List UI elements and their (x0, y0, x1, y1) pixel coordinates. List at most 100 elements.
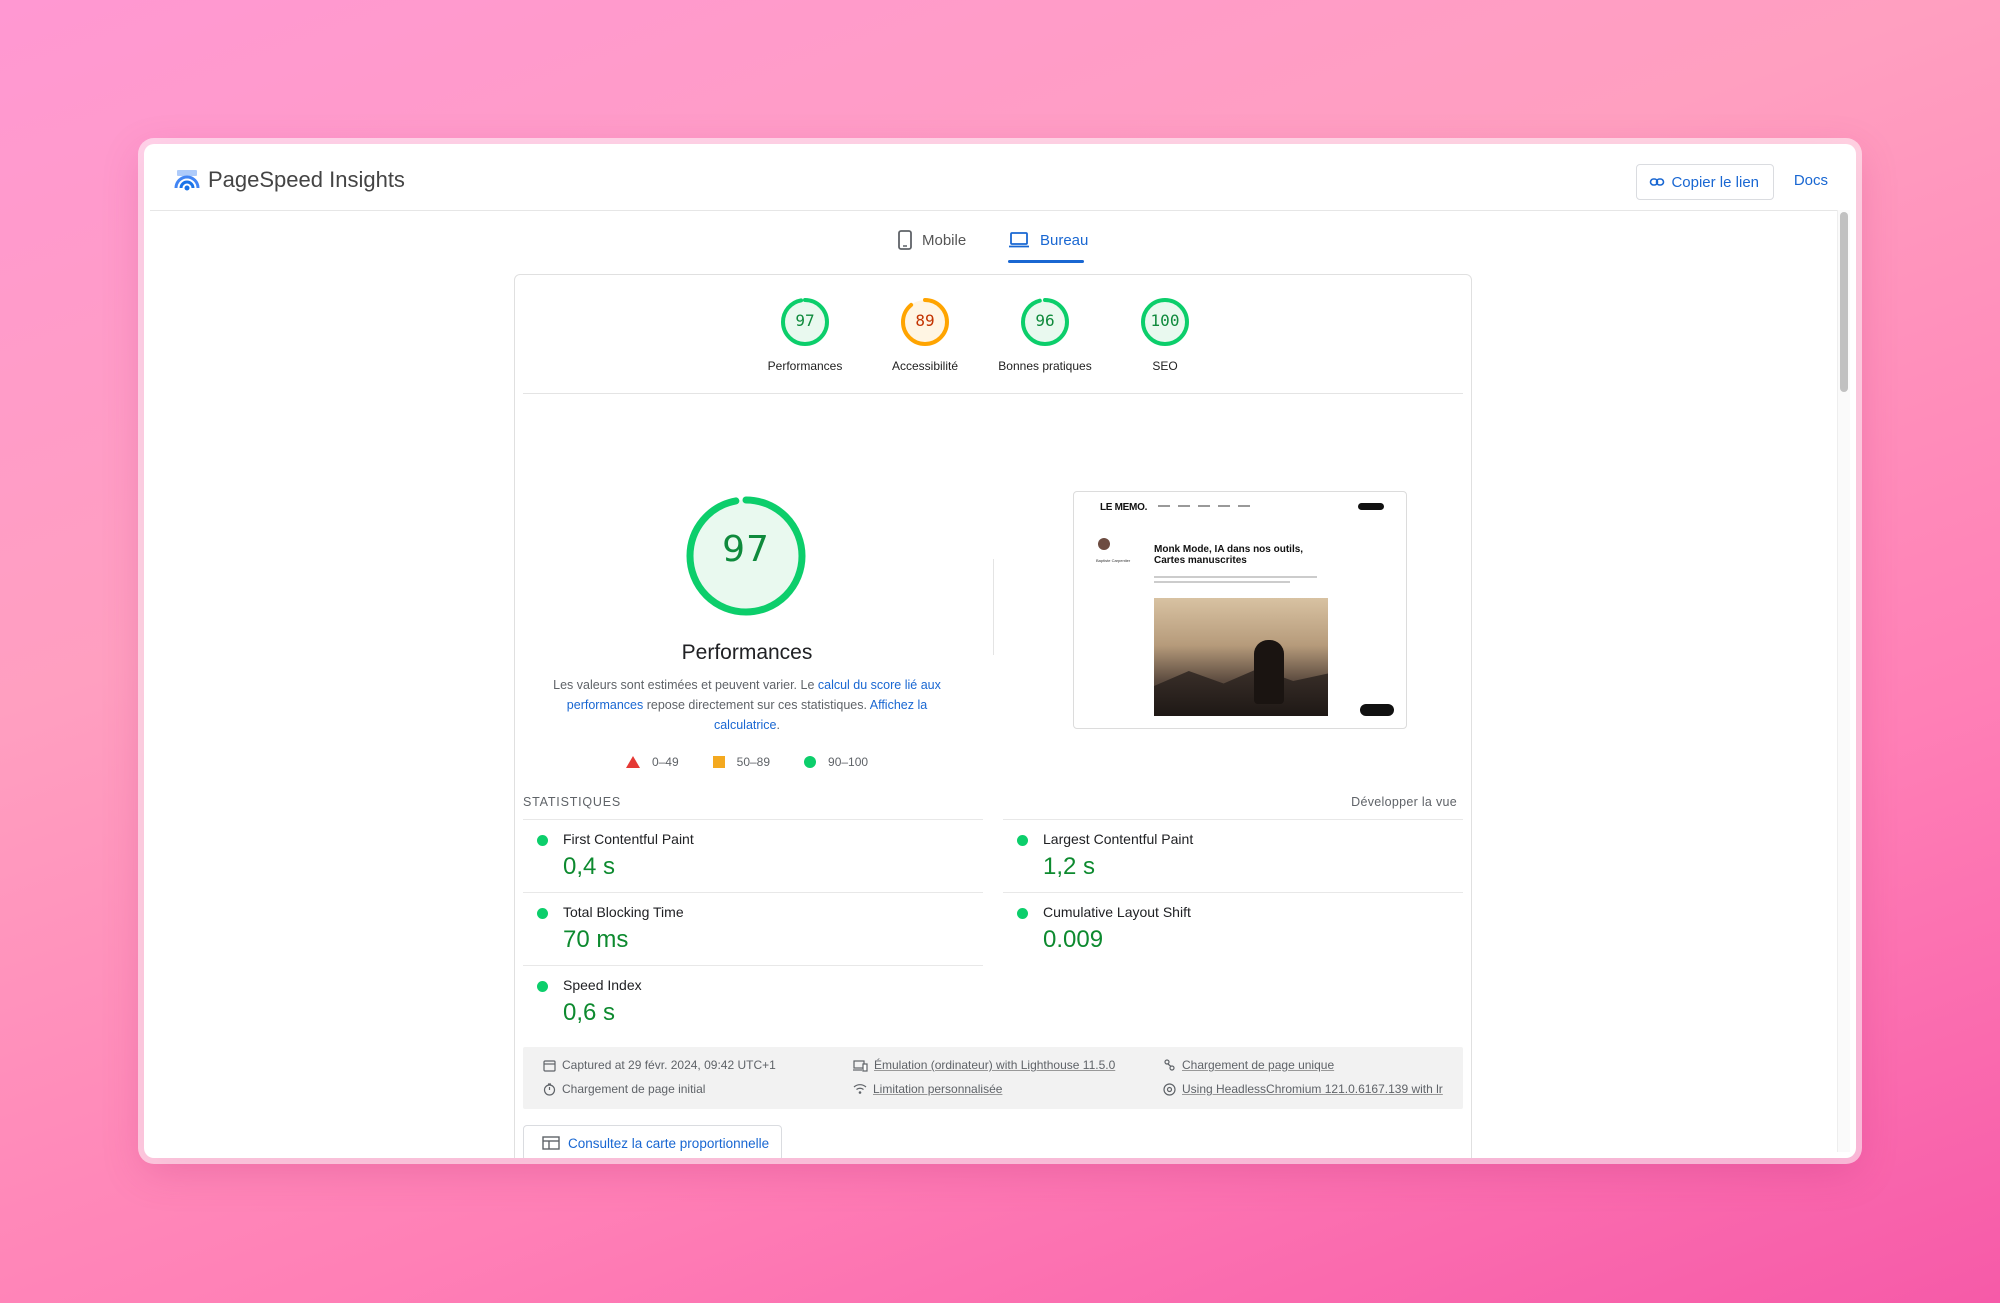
pass-dot-icon (1017, 908, 1028, 919)
pass-dot-icon (537, 835, 548, 846)
info-captured: Captured at 29 févr. 2024, 09:42 UTC+1 (543, 1058, 776, 1072)
circle-icon (804, 756, 817, 768)
info-text: Using HeadlessChromium 121.0.6167.139 wi… (1182, 1082, 1443, 1096)
metric-name: Speed Index (563, 977, 642, 993)
phone-icon (898, 230, 912, 250)
metric-lcp: Largest Contentful Paint 1,2 s (1003, 819, 1463, 892)
copy-link-button[interactable]: Copier le lien (1636, 164, 1774, 200)
metric-value: 70 ms (563, 926, 629, 953)
info-emulation[interactable]: Émulation (ordinateur) with Lighthouse 1… (853, 1058, 1115, 1072)
info-initial-load: Chargement de page initial (543, 1082, 705, 1096)
preview-text-lines (1154, 576, 1324, 586)
performance-description: Les valeurs sont estimées et peuvent var… (545, 675, 949, 735)
info-browser[interactable]: Using HeadlessChromium 121.0.6167.139 wi… (1163, 1082, 1443, 1096)
info-text: Limitation personnalisée (873, 1082, 1003, 1096)
devices-icon (853, 1059, 868, 1072)
page-screenshot-preview[interactable]: LE MEMO. Baptiste Carpentier Monk Mode, … (1073, 491, 1407, 729)
pagespeed-logo-icon (174, 170, 200, 191)
vertical-divider (993, 559, 994, 655)
scrollbar-thumb[interactable] (1840, 212, 1848, 392)
preview-headline: Monk Mode, IA dans nos outils, Cartes ma… (1154, 544, 1304, 566)
metric-fcp: First Contentful Paint 0,4 s (523, 819, 983, 892)
browser-window: PageSpeed Insights Copier le lien Docs M… (144, 144, 1856, 1158)
preview-subscribe-pill (1358, 503, 1384, 510)
preview-chat-chip (1360, 704, 1394, 716)
info-text: Captured at 29 févr. 2024, 09:42 UTC+1 (562, 1058, 776, 1072)
info-load-type[interactable]: Chargement de page unique (1163, 1058, 1334, 1072)
header-bar: PageSpeed Insights Copier le lien Docs (150, 150, 1850, 211)
legend-range: 50–89 (736, 755, 771, 769)
preview-nav (1158, 505, 1250, 507)
metric-name: Cumulative Layout Shift (1043, 904, 1191, 920)
metric-name: Largest Contentful Paint (1043, 831, 1194, 847)
legend-pass: 90–100 (804, 755, 868, 769)
preview-site-logo: LE MEMO. (1100, 502, 1148, 513)
preview-avatar (1098, 538, 1110, 550)
legend-range: 0–49 (651, 755, 679, 769)
gauge-accessibility[interactable]: 89 Accessibilité (870, 297, 980, 373)
desc-text: . (776, 718, 780, 732)
metric-value: 0.009 (1043, 926, 1104, 953)
metric-speed-index: Speed Index 0,6 s (523, 965, 983, 1038)
desc-text: Les valeurs sont estimées et peuvent var… (553, 678, 818, 692)
metric-value: 0,4 s (563, 853, 616, 880)
gauge-seo[interactable]: 100 SEO (1110, 297, 1220, 373)
gauge-label: Accessibilité (891, 359, 959, 373)
tab-desktop-label: Bureau (1040, 231, 1089, 249)
gauge-label: Performances (767, 359, 843, 373)
tab-mobile-label: Mobile (922, 231, 967, 249)
performance-gauge-large: 97 (683, 493, 809, 619)
metric-value: 0,6 s (563, 999, 616, 1026)
gauge-label: SEO (1152, 359, 1178, 373)
nodes-icon (1164, 1058, 1175, 1071)
treemap-button-label: Consultez la carte proportionnelle (568, 1135, 770, 1151)
metric-cls: Cumulative Layout Shift 0.009 (1003, 892, 1463, 965)
gauge-score: 96 (1035, 311, 1055, 330)
tab-mobile[interactable]: Mobile (898, 220, 966, 260)
active-tab-indicator (1008, 260, 1084, 263)
preview-author: Baptiste Carpentier (1096, 558, 1131, 563)
gauge-best-practices[interactable]: 96 Bonnes pratiques (990, 297, 1100, 373)
metric-name: Total Blocking Time (563, 904, 684, 920)
pass-dot-icon (537, 908, 548, 919)
triangle-icon (625, 756, 640, 768)
category-gauges: 97 Performances 89 Accessibilité 96 Bonn… (515, 275, 1471, 393)
report-card: 97 Performances 89 Accessibilité 96 Bonn… (514, 274, 1472, 1158)
docs-link[interactable]: Docs (1794, 172, 1828, 189)
info-text: Émulation (ordinateur) with Lighthouse 1… (874, 1058, 1116, 1072)
legend-average: 50–89 (712, 755, 771, 769)
legend-range: 90–100 (828, 755, 869, 769)
score-legend: 0–49 50–89 90–100 (515, 755, 979, 769)
info-text: Chargement de page unique (1182, 1058, 1335, 1072)
treemap-button[interactable]: Consultez la carte proportionnelle (523, 1125, 783, 1158)
metric-value: 1,2 s (1043, 853, 1096, 880)
performance-title: Performances (681, 641, 813, 664)
performance-score: 97 (722, 529, 770, 570)
info-text: Chargement de page initial (562, 1082, 706, 1096)
expand-view-link[interactable]: Développer la vue (1351, 795, 1457, 809)
stats-heading: STATISTIQUES (523, 795, 622, 809)
metric-tbt: Total Blocking Time 70 ms (523, 892, 983, 965)
app-title: PageSpeed Insights (208, 167, 405, 192)
tab-desktop[interactable]: Bureau (1008, 220, 1088, 260)
wifi-icon (853, 1084, 867, 1094)
calendar-icon (543, 1059, 556, 1072)
desc-text: repose directement sur ces statistiques. (643, 698, 870, 712)
chrome-icon (1163, 1082, 1176, 1096)
runtime-info: Captured at 29 févr. 2024, 09:42 UTC+1 É… (523, 1047, 1463, 1109)
gauge-score: 89 (915, 311, 935, 330)
legend-fail: 0–49 (625, 755, 679, 769)
timer-icon (543, 1082, 556, 1096)
scrollbar[interactable] (1837, 210, 1850, 1152)
metric-name: First Contentful Paint (563, 831, 694, 847)
square-icon (712, 756, 725, 768)
gauge-score: 100 (1150, 311, 1180, 330)
divider (523, 393, 1463, 394)
info-throttling[interactable]: Limitation personnalisée (853, 1082, 1002, 1096)
gauge-performance[interactable]: 97 Performances (750, 297, 860, 373)
copy-link-label: Copier le lien (1671, 173, 1759, 191)
pass-dot-icon (1017, 835, 1028, 846)
laptop-icon (1009, 232, 1029, 248)
pass-dot-icon (537, 981, 548, 992)
link-icon (1650, 178, 1665, 186)
